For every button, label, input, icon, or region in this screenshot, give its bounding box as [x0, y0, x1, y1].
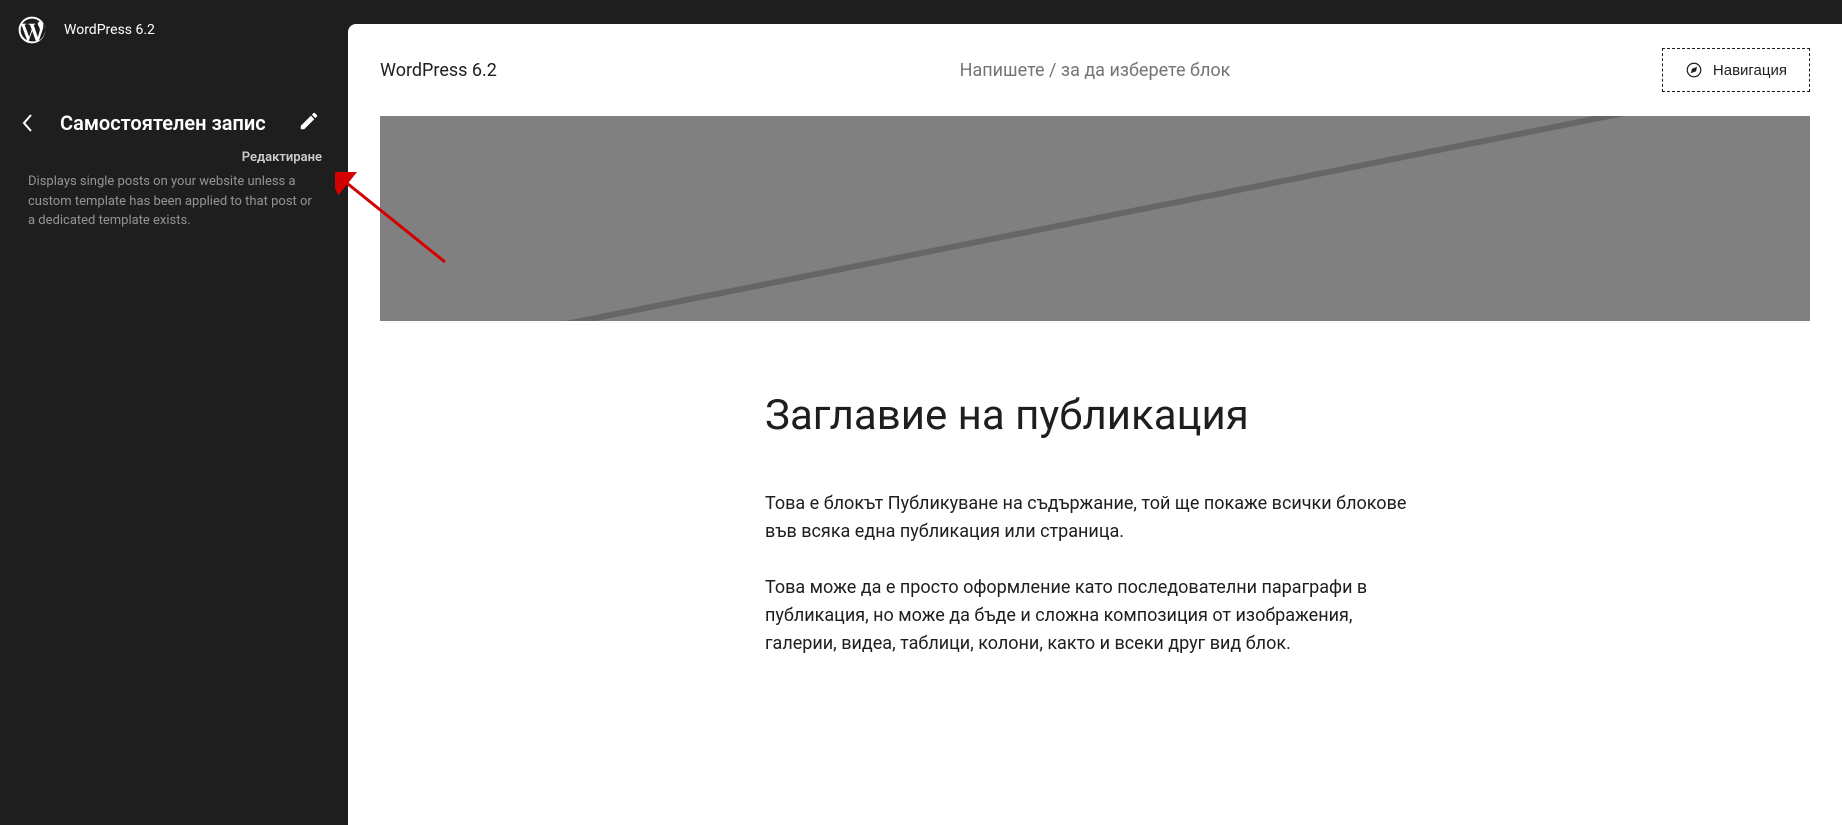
edit-button[interactable]: [298, 110, 320, 136]
wordpress-logo-icon[interactable]: [16, 14, 48, 46]
template-description: Displays single posts on your website un…: [28, 172, 320, 231]
post-title[interactable]: Заглавие на публикация: [765, 391, 1425, 440]
template-title: Самостоятелен запис: [60, 111, 282, 135]
site-title-block[interactable]: WordPress 6.2: [380, 60, 497, 81]
sidebar: Самостоятелен запис Редактиране Displays…: [0, 60, 348, 825]
block-prompt[interactable]: Напишете / за да изберете блок: [960, 60, 1231, 81]
navigation-block-button[interactable]: Навигация: [1662, 48, 1810, 92]
back-button[interactable]: [18, 113, 38, 133]
compass-icon: [1685, 61, 1703, 79]
site-name: WordPress 6.2: [64, 22, 155, 38]
sidebar-header: Самостоятелен запис: [28, 110, 320, 136]
post-paragraph[interactable]: Това е блокът Публикуване на съдържание,…: [765, 490, 1425, 546]
post-content-area: Заглавие на публикация Това е блокът Пуб…: [765, 321, 1425, 657]
featured-image-placeholder[interactable]: [380, 116, 1810, 321]
navigation-button-label: Навигация: [1713, 62, 1787, 79]
edit-tooltip: Редактиране: [242, 150, 322, 165]
editor-header: WordPress 6.2 Напишете / за да изберете …: [348, 24, 1842, 116]
post-paragraph[interactable]: Това може да е просто оформление като по…: [765, 574, 1425, 658]
editor-canvas: WordPress 6.2 Напишете / за да изберете …: [348, 24, 1842, 825]
